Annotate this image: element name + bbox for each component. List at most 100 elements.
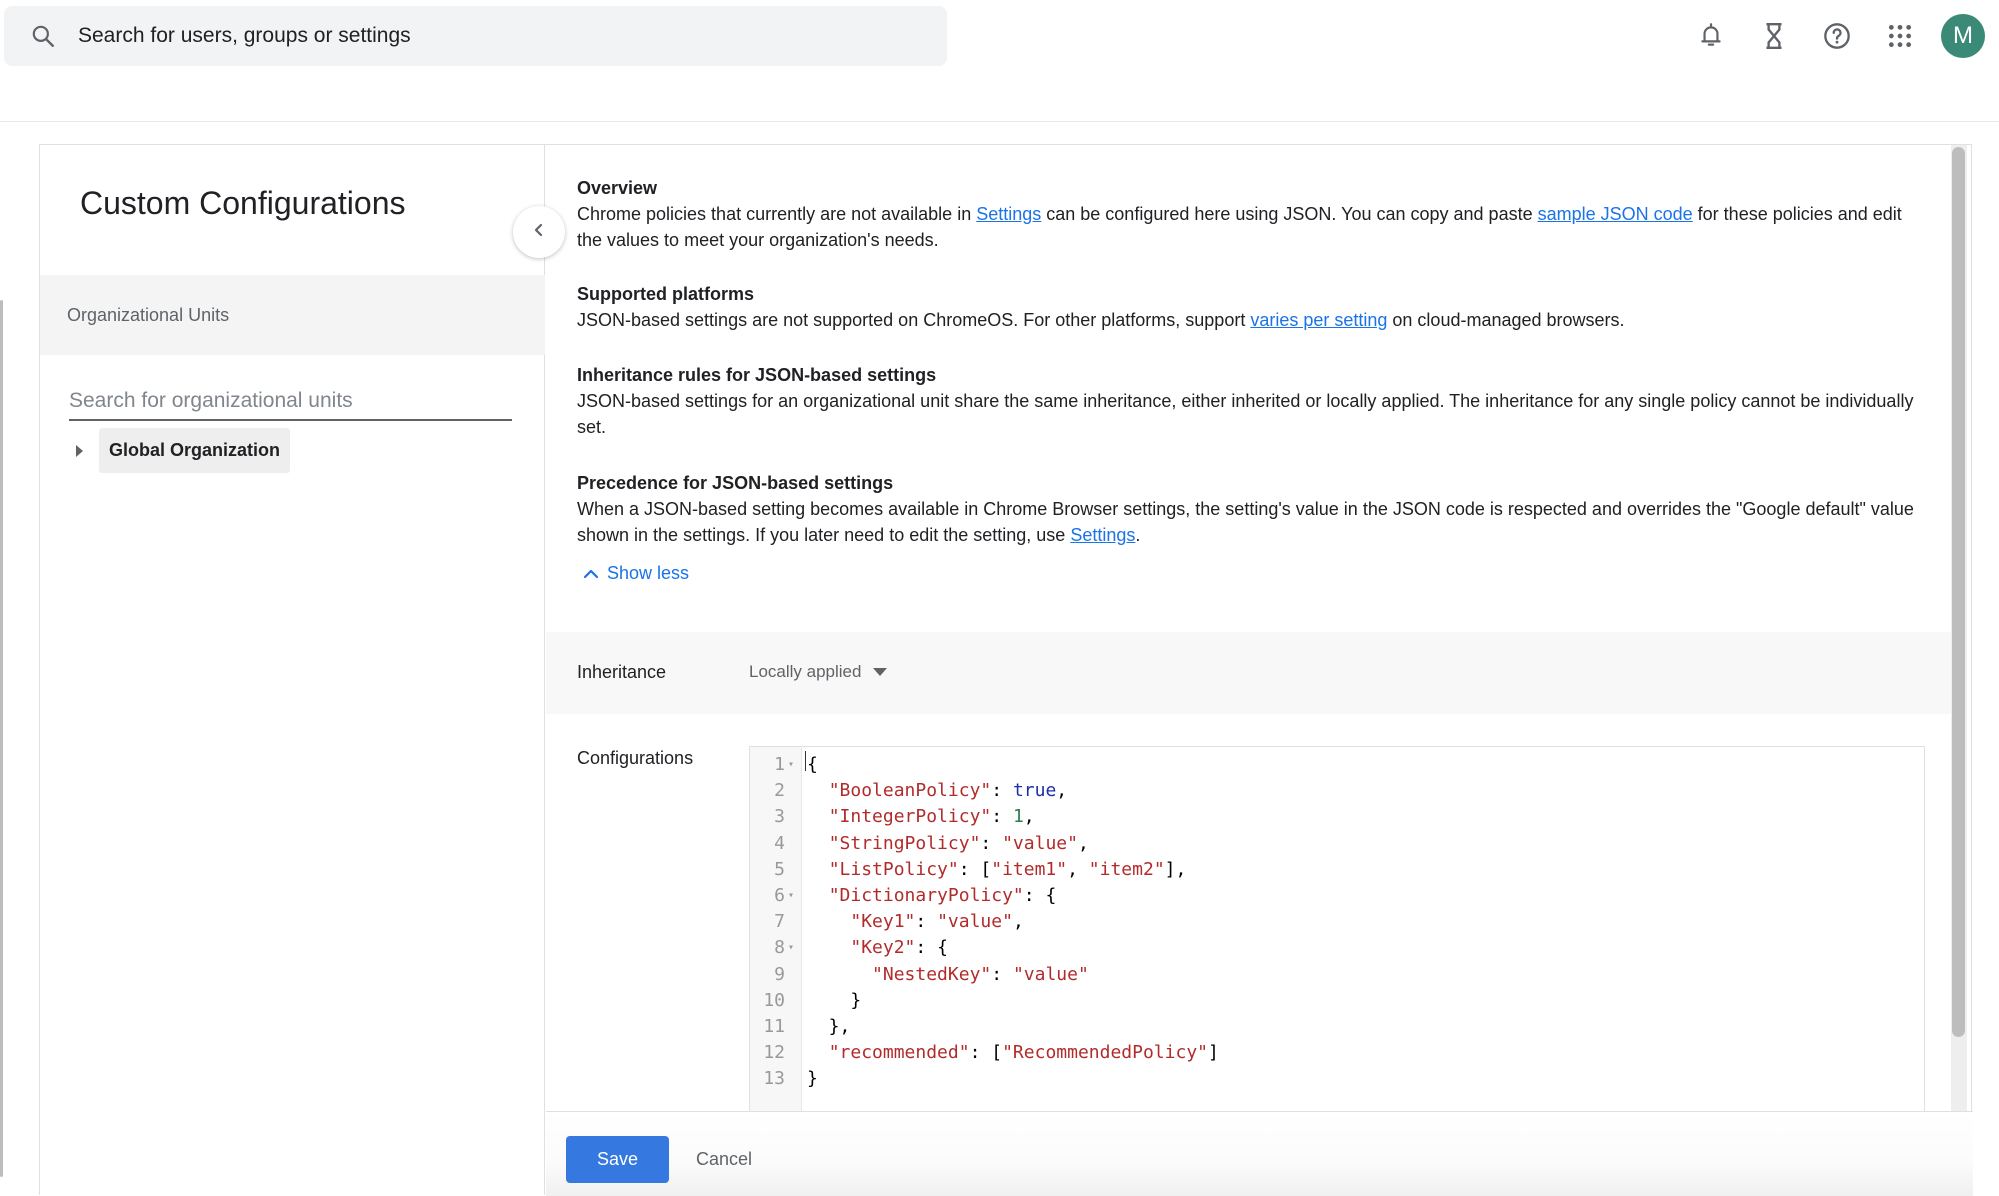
code-text[interactable]: "IntegerPolicy": 1, <box>807 804 1035 830</box>
json-punctuation-token: : <box>980 832 1003 854</box>
json-punctuation-token <box>807 806 829 827</box>
json-punctuation-token <box>807 833 829 854</box>
line-number: 11 <box>763 1016 785 1037</box>
line-number: 3 <box>774 806 785 828</box>
code-text[interactable]: } <box>807 1066 818 1092</box>
json-string-token: "value" <box>937 911 1013 933</box>
json-punctuation-token: : <box>915 911 938 933</box>
code-text[interactable]: "recommended": ["RecommendedPolicy"] <box>807 1040 1219 1066</box>
varies-per-setting-link[interactable]: varies per setting <box>1250 310 1387 330</box>
tree-item-global-organization[interactable]: Global Organization <box>69 428 291 473</box>
inheritance-row: Inheritance Locally applied <box>546 632 1951 714</box>
json-code-editor[interactable]: 1 ▾{2 "BooleanPolicy": true, 3 "IntegerPol… <box>749 746 1925 1111</box>
code-line[interactable]: 8 ▾ "Key2": { <box>750 935 1924 961</box>
inheritance-dropdown[interactable]: Locally applied <box>749 662 888 682</box>
global-search-input[interactable]: Search for users, groups or settings <box>78 24 411 48</box>
configurations-label: Configurations <box>577 748 694 768</box>
collapse-panel-button[interactable] <box>513 206 565 258</box>
org-units-search-input[interactable]: Search for organizational units <box>69 385 512 421</box>
dropdown-arrow-icon[interactable] <box>873 668 888 676</box>
line-number: 6 <box>774 885 785 906</box>
precedence-text-part: When a JSON-based setting becomes availa… <box>577 499 1914 545</box>
settings-link[interactable]: Settings <box>976 204 1041 224</box>
json-string-token: "RecommendedPolicy" <box>1002 1042 1208 1064</box>
code-text[interactable]: "ListPolicy": ["item1", "item2"], <box>807 857 1187 883</box>
line-number: 8 <box>774 937 785 959</box>
search-icon[interactable] <box>28 21 58 51</box>
code-line[interactable]: 4 "StringPolicy": "value", <box>750 831 1924 857</box>
code-line[interactable]: 9 "NestedKey": "value" <box>750 962 1924 988</box>
overview-section: Overview Chrome policies that currently … <box>577 175 1917 253</box>
fold-toggle-icon[interactable]: ▾ <box>788 935 794 961</box>
code-line[interactable]: 12 "recommended": ["RecommendedPolicy"] <box>750 1040 1924 1066</box>
sample-json-code-link[interactable]: sample JSON code <box>1538 204 1693 224</box>
json-punctuation-token: } <box>807 989 862 1011</box>
inheritance-rules-text: JSON-based settings for an organizationa… <box>577 391 1914 437</box>
apps-grid-icon[interactable] <box>1878 14 1922 58</box>
json-punctuation-token: : <box>991 806 1013 828</box>
code-line[interactable]: 6 ▾ "DictionaryPolicy": { <box>750 883 1924 909</box>
json-punctuation-token <box>807 859 829 880</box>
code-text[interactable]: }, <box>807 1014 851 1040</box>
line-number: 9 <box>774 963 785 985</box>
json-string-token: "NestedKey" <box>872 963 992 985</box>
code-text[interactable]: "Key2": { <box>807 935 948 961</box>
precedence-text-part: . <box>1135 525 1141 545</box>
code-text[interactable]: { <box>807 752 818 778</box>
json-punctuation-token: : { <box>915 937 948 959</box>
expand-caret-icon[interactable] <box>69 441 89 461</box>
json-punctuation-token: : <box>991 780 1013 802</box>
code-text[interactable]: "NestedKey": "value" <box>807 962 1089 988</box>
fold-toggle-icon[interactable]: ▾ <box>788 752 794 778</box>
settings-link-2[interactable]: Settings <box>1070 525 1135 545</box>
code-line[interactable]: 10 } <box>750 988 1924 1014</box>
notifications-icon[interactable] <box>1689 14 1733 58</box>
code-line[interactable]: 3 "IntegerPolicy": 1, <box>750 804 1924 830</box>
page-scrollbar[interactable] <box>0 300 3 1177</box>
global-search-bar[interactable]: Search for users, groups or settings <box>4 6 947 66</box>
inheritance-selected-value[interactable]: Locally applied <box>749 662 861 682</box>
content-scrollbar-thumb[interactable] <box>1952 147 1965 1037</box>
json-punctuation-token: : [ <box>958 858 992 880</box>
code-line[interactable]: 11 }, <box>750 1014 1924 1040</box>
save-button[interactable]: Save <box>566 1136 669 1183</box>
code-text[interactable]: "DictionaryPolicy": { <box>807 883 1057 909</box>
fold-toggle-icon[interactable]: ▾ <box>788 883 794 909</box>
cancel-button[interactable]: Cancel <box>696 1136 752 1183</box>
code-text[interactable]: "Key1": "value", <box>807 909 1023 935</box>
json-number-token: 1 <box>1012 806 1024 828</box>
json-string-token: "item1" <box>991 858 1068 880</box>
code-line[interactable]: 5 "ListPolicy": ["item1", "item2"], <box>750 857 1924 883</box>
json-string-token: "ListPolicy" <box>828 858 959 880</box>
platforms-text-part: JSON-based settings are not supported on… <box>577 310 1251 330</box>
json-string-token: "recommended" <box>828 1042 970 1064</box>
tree-item-label[interactable]: Global Organization <box>99 428 291 473</box>
json-punctuation-token: : [ <box>969 1042 1003 1064</box>
inheritance-rules-section: Inheritance rules for JSON-based setting… <box>577 362 1917 440</box>
json-punctuation-token <box>807 911 850 932</box>
code-line[interactable]: 7 "Key1": "value", <box>750 909 1924 935</box>
help-icon[interactable] <box>1815 14 1859 58</box>
show-less-label[interactable]: Show less <box>607 563 689 584</box>
right-panel: Overview Chrome policies that currently … <box>546 145 1973 1196</box>
json-punctuation-token: , <box>1023 806 1035 828</box>
top-icons: M <box>1670 14 1985 58</box>
json-string-token: "IntegerPolicy" <box>828 806 992 828</box>
json-string-token: "value" <box>1012 963 1089 985</box>
code-text[interactable]: "BooleanPolicy": true, <box>807 778 1067 804</box>
hourglass-icon[interactable] <box>1752 14 1796 58</box>
precedence-section: Precedence for JSON-based settings When … <box>577 470 1917 548</box>
show-less-button[interactable]: Show less <box>583 563 689 584</box>
top-bar: Search for users, groups or settings M <box>0 0 1999 122</box>
code-text[interactable]: } <box>807 988 861 1014</box>
json-punctuation-token: , <box>1056 780 1068 802</box>
code-line[interactable]: 1 ▾ { <box>750 752 1924 778</box>
code-line[interactable]: 2 "BooleanPolicy": true, <box>750 778 1924 804</box>
supported-platforms-section: Supported platforms JSON-based settings … <box>577 281 1917 333</box>
line-number: 1 <box>774 754 785 775</box>
code-text[interactable]: "StringPolicy": "value", <box>807 831 1089 857</box>
code-line[interactable]: 13} <box>750 1066 1924 1092</box>
json-punctuation-token <box>807 885 829 906</box>
chevron-up-icon <box>583 568 599 580</box>
avatar[interactable]: M <box>1941 14 1985 58</box>
